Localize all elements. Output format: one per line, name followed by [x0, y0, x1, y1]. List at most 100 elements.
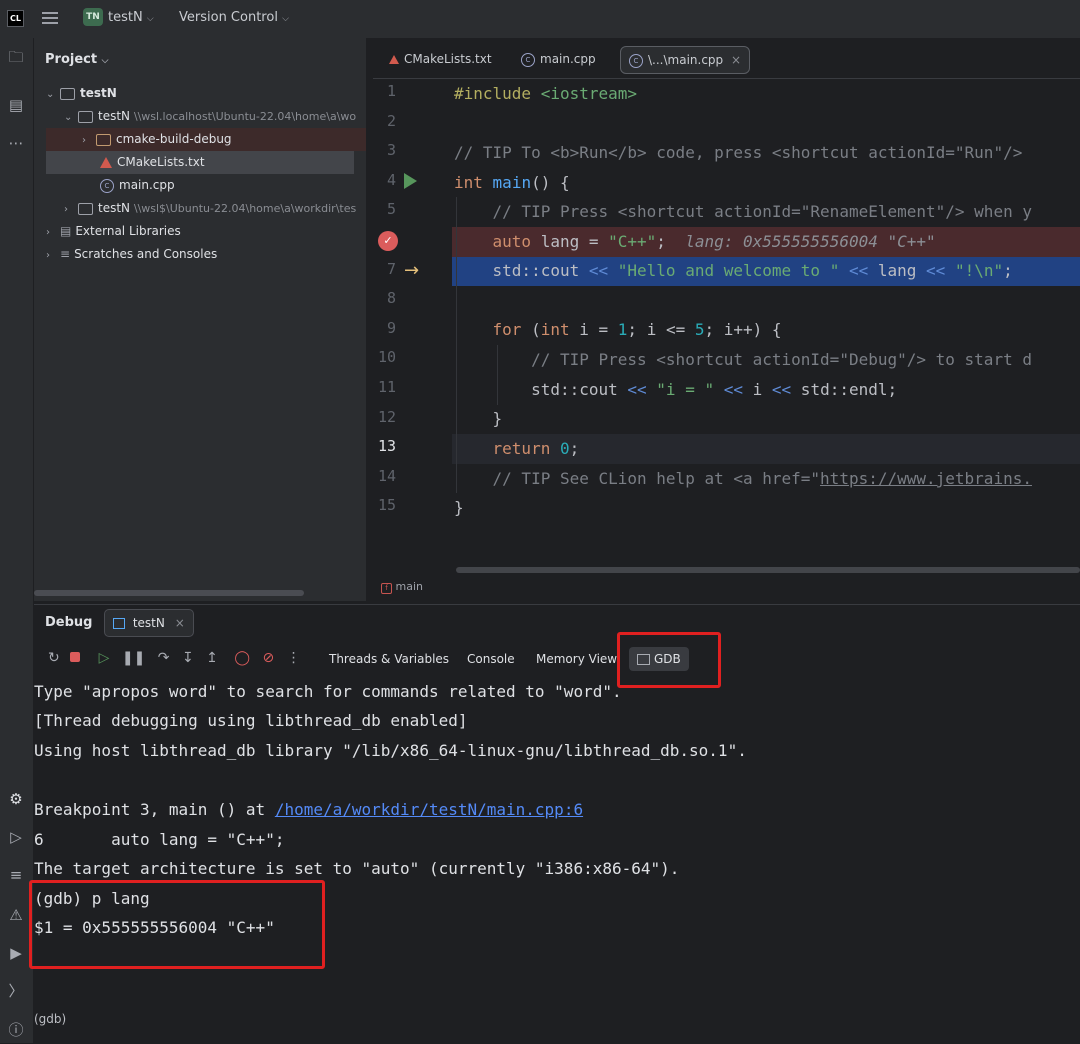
- tree-item-scratches[interactable]: › ≡ Scratches and Consoles: [46, 243, 366, 266]
- line-number[interactable]: 3: [366, 141, 396, 159]
- step-into-icon[interactable]: ↧: [182, 650, 194, 666]
- horizontal-scrollbar[interactable]: [34, 590, 304, 596]
- tree-item-cmake-build-debug[interactable]: › cmake-build-debug: [46, 128, 366, 151]
- chevron-right-icon: ›: [46, 250, 50, 261]
- gdb-output-line: Breakpoint 3, main () at: [34, 800, 275, 819]
- rerun-icon[interactable]: ↻: [48, 650, 60, 666]
- editor-tab-bar: CMakeLists.txt Cmain.cpp C \...\main.cpp …: [373, 38, 1080, 79]
- line-number[interactable]: 11: [366, 378, 396, 396]
- step-over-icon[interactable]: ↷: [158, 650, 170, 666]
- tree-item-module-2[interactable]: › testN \\wsl$\Ubuntu-22.04\home\a\workdi…: [64, 197, 366, 220]
- version-control-label: Version Control: [179, 10, 278, 25]
- title-bar: CL TN testN ⌵ Version Control ⌵: [0, 0, 1080, 38]
- gdb-prompt-input[interactable]: (gdb): [34, 1012, 66, 1026]
- folder-icon: [96, 133, 111, 146]
- project-panel-title-label: Project: [45, 52, 98, 67]
- chevron-down-icon: ⌵: [282, 14, 289, 24]
- code-line-4[interactable]: int main() {: [454, 173, 570, 192]
- cpp-file-icon: C: [629, 53, 643, 68]
- gdb-output-line: The target architecture is set to "auto"…: [34, 859, 680, 878]
- tree-item-root[interactable]: ⌄ testN: [46, 82, 366, 105]
- line-number[interactable]: 8: [366, 289, 396, 307]
- breadcrumb[interactable]: f main: [381, 580, 423, 594]
- line-number[interactable]: 5: [366, 200, 396, 218]
- step-out-icon[interactable]: ↥: [206, 650, 218, 666]
- code-line-3[interactable]: // TIP To <b>Run</b> code, press <shortc…: [454, 143, 1032, 162]
- line-number[interactable]: 15: [366, 496, 396, 514]
- tab-label: \...\main.cpp: [648, 53, 724, 67]
- breakpoint-icon[interactable]: ✓: [378, 231, 398, 251]
- pause-icon[interactable]: ❚❚: [122, 650, 145, 666]
- run-gutter-icon[interactable]: [404, 173, 417, 189]
- run-icon[interactable]: ▷: [6, 827, 26, 847]
- stop-icon[interactable]: [70, 652, 81, 662]
- project-panel: Project ⌵ ⌄ testN ⌄ testN \\wsl.localhost\…: [34, 38, 366, 601]
- tree-item-label: cmake-build-debug: [116, 132, 232, 146]
- mute-breakpoints-icon[interactable]: ⊘: [262, 650, 274, 666]
- project-panel-title[interactable]: Project ⌵: [45, 52, 108, 67]
- resume-icon[interactable]: ▷: [99, 650, 110, 666]
- line-number[interactable]: 10: [366, 348, 396, 366]
- project-name: testN: [108, 10, 143, 25]
- code-line-9[interactable]: for (int i = 1; i <= 5; i++) {: [454, 320, 782, 339]
- line-number[interactable]: 1: [366, 82, 396, 100]
- code-line-1[interactable]: #include <iostream>: [454, 84, 637, 103]
- more-options-icon[interactable]: ⋮: [287, 650, 301, 666]
- gdb-output-line: [Thread debugging using libthread_db ena…: [34, 711, 468, 730]
- code-line-11[interactable]: std::cout << "i = " << i << std::endl;: [454, 380, 897, 399]
- close-icon[interactable]: ×: [731, 53, 741, 67]
- tab-main-cpp-active[interactable]: C \...\main.cpp ×: [620, 46, 751, 74]
- project-folder-icon[interactable]: 🗀: [6, 47, 26, 67]
- gdb-output-line: 6 auto lang = "C++";: [34, 830, 285, 849]
- clion-logo-icon[interactable]: CL: [7, 10, 24, 27]
- code-line-12[interactable]: }: [454, 409, 503, 428]
- problems-icon[interactable]: ⚠: [6, 905, 26, 925]
- code-line-15[interactable]: }: [454, 498, 464, 517]
- debug-session-tab[interactable]: testN ×: [104, 609, 194, 637]
- code-line-5[interactable]: // TIP Press <shortcut actionId="RenameE…: [454, 202, 1032, 221]
- inline-debug-value: lang: 0x555555556004 "C++": [685, 232, 936, 251]
- code-line-10[interactable]: // TIP Press <shortcut actionId="Debug"/…: [454, 350, 1032, 369]
- chevron-down-icon: ⌄: [64, 112, 73, 123]
- project-badge[interactable]: TN: [83, 8, 103, 26]
- line-number[interactable]: 9: [366, 319, 396, 337]
- code-line-7[interactable]: std::cout << "Hello and welcome to " << …: [454, 261, 1013, 280]
- line-number[interactable]: 13: [366, 437, 396, 455]
- breakpoint-source-link[interactable]: /home/a/workdir/testN/main.cpp:6: [275, 800, 583, 819]
- version-control-dropdown[interactable]: Version Control ⌵: [179, 10, 289, 25]
- debug-bug-icon[interactable]: ⚙: [6, 789, 26, 809]
- editor-horizontal-scrollbar[interactable]: [456, 567, 1080, 573]
- structure-icon[interactable]: ▤: [6, 95, 26, 115]
- debug-panel: [34, 604, 1080, 1044]
- tab-memory-view[interactable]: Memory View: [536, 652, 617, 666]
- code-line-6[interactable]: auto lang = "C++"; lang: 0x555555556004 …: [454, 232, 936, 251]
- tab-console[interactable]: Console: [467, 652, 515, 666]
- tree-item-cmakelists[interactable]: CMakeLists.txt: [46, 151, 354, 174]
- tab-main-cpp[interactable]: Cmain.cpp: [513, 46, 604, 72]
- view-breakpoints-icon[interactable]: ◯: [234, 650, 250, 666]
- services-icon[interactable]: ▶: [6, 943, 26, 963]
- line-number[interactable]: 12: [366, 408, 396, 426]
- debug-panel-title: Debug: [45, 615, 93, 630]
- line-number[interactable]: 14: [366, 467, 396, 485]
- notifications-icon[interactable]: ⓘ: [6, 1020, 26, 1040]
- terminal-icon[interactable]: 〉: [6, 981, 26, 1001]
- function-icon: f: [381, 583, 392, 594]
- tab-threads-variables[interactable]: Threads & Variables: [329, 652, 449, 666]
- tab-cmakelists[interactable]: CMakeLists.txt: [381, 46, 500, 72]
- project-name-dropdown[interactable]: testN ⌵: [108, 10, 154, 25]
- main-menu-icon[interactable]: [42, 9, 58, 25]
- code-line-14[interactable]: // TIP See CLion help at <a href="https:…: [454, 469, 1032, 488]
- messages-icon[interactable]: ≡: [6, 865, 26, 885]
- tree-item-external-libraries[interactable]: › ▤ External Libraries: [46, 220, 366, 243]
- line-number[interactable]: 7: [366, 260, 396, 278]
- chevron-right-icon: ›: [64, 204, 68, 215]
- cmake-file-icon: [389, 55, 399, 64]
- close-icon[interactable]: ×: [175, 616, 185, 630]
- line-number[interactable]: 2: [366, 112, 396, 130]
- code-line-13[interactable]: return 0;: [454, 439, 580, 458]
- tree-item-module[interactable]: ⌄ testN \\wsl.localhost\Ubuntu-22.04\home…: [64, 105, 366, 128]
- more-tools-icon[interactable]: ⋯: [6, 133, 26, 153]
- tree-item-main-cpp[interactable]: Cmain.cpp: [46, 174, 366, 197]
- line-number[interactable]: 4: [366, 171, 396, 189]
